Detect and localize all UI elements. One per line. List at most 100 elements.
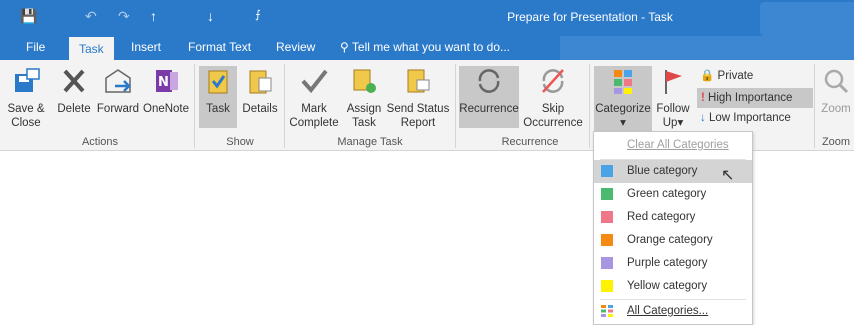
low-importance-button[interactable]: ↓ Low Importance xyxy=(700,112,791,124)
tab-task[interactable]: Task xyxy=(69,36,114,61)
skip-label-1: Skip xyxy=(541,103,565,115)
high-importance-button[interactable]: ! High Importance xyxy=(697,88,813,108)
details-clipboard-icon xyxy=(249,70,272,94)
forward-label: Forward xyxy=(96,103,140,115)
exclamation-icon: ! xyxy=(701,92,705,104)
show-task-label: Task xyxy=(206,103,230,115)
assign-task-button[interactable]: Assign Task xyxy=(342,66,386,130)
purple-swatch xyxy=(601,257,613,269)
assign-task-icon xyxy=(353,69,376,93)
group-actions-label: Actions xyxy=(81,136,119,148)
tell-me-label: Tell me what you want to do... xyxy=(351,40,511,54)
group-manage-task-label: Manage Task xyxy=(337,136,403,148)
show-task-button[interactable]: Task xyxy=(199,66,237,128)
red-category-item[interactable]: Red category xyxy=(594,206,752,229)
tell-me-box[interactable]: ⚲ Tell me what you want to do... xyxy=(340,40,510,54)
recurrence-icon xyxy=(478,69,500,93)
categorize-menu: Clear All Categories Blue category ↖ Gre… xyxy=(593,131,753,325)
send-status-label-1: Send Status xyxy=(386,103,450,115)
forward-button[interactable]: Forward xyxy=(95,66,141,116)
save-close-button[interactable]: Save & Close xyxy=(6,66,46,130)
mark-complete-label-1: Mark xyxy=(301,103,327,115)
private-label: Private xyxy=(717,70,754,82)
customize-qat-icon[interactable]: ⨍ xyxy=(255,8,261,21)
magnifier-icon xyxy=(824,69,849,94)
zoom-label: Zoom xyxy=(821,103,851,115)
follow-up-label-2: Up xyxy=(662,117,678,129)
down-arrow-icon: ↓ xyxy=(700,112,706,124)
status-report-icon xyxy=(407,69,430,93)
save-icon[interactable]: 💾 xyxy=(20,8,37,25)
send-status-report-button[interactable]: Send Status Report xyxy=(386,66,450,130)
onenote-label: OneNote xyxy=(143,103,190,115)
onenote-icon: N xyxy=(156,70,178,92)
categorize-label: Categorize xyxy=(595,103,651,115)
follow-up-label-1: Follow xyxy=(656,103,690,115)
blue-swatch xyxy=(601,165,613,177)
mark-complete-button[interactable]: Mark Complete xyxy=(289,66,339,130)
low-importance-label: Low Importance xyxy=(708,112,791,124)
purple-category-item[interactable]: Purple category xyxy=(594,252,752,275)
separator xyxy=(455,64,456,148)
mark-complete-label-2: Complete xyxy=(289,117,339,129)
send-status-label-2: Report xyxy=(400,117,436,129)
details-button[interactable]: Details xyxy=(240,66,280,116)
all-categories-item[interactable]: All Categories... xyxy=(594,300,752,323)
orange-category-item[interactable]: Orange category xyxy=(594,229,752,252)
skip-occurrence-icon xyxy=(542,69,564,93)
group-zoom-label: Zoom xyxy=(821,136,851,148)
down-arrow-icon[interactable]: ↓ xyxy=(207,8,214,24)
separator xyxy=(194,64,195,148)
tabs-blurred-area xyxy=(560,36,854,60)
details-label: Details xyxy=(242,103,278,115)
lightbulb-icon: ⚲ xyxy=(340,40,349,54)
flag-icon xyxy=(665,70,682,94)
separator xyxy=(814,64,815,148)
categorize-icon xyxy=(614,70,632,94)
lock-icon: 🔒 xyxy=(700,70,715,82)
ribbon-tabs: File Task Insert Format Text Review ⚲ Te… xyxy=(0,36,854,61)
private-button[interactable]: 🔒 Private xyxy=(700,68,753,82)
all-categories-icon xyxy=(601,305,613,317)
recurrence-label: Recurrence xyxy=(459,103,519,115)
green-swatch xyxy=(601,188,613,200)
tab-format-text[interactable]: Format Text xyxy=(188,40,251,54)
categorize-button[interactable]: Categorize ▾ xyxy=(594,66,652,132)
high-importance-label: High Importance xyxy=(708,92,793,104)
separator xyxy=(284,64,285,148)
window-title: Prepare for Presentation - Task xyxy=(507,10,673,24)
dropdown-arrow-icon: ▾ xyxy=(620,117,626,129)
undo-icon[interactable]: ↶ xyxy=(85,8,97,25)
account-area xyxy=(760,2,854,36)
tab-insert[interactable]: Insert xyxy=(131,40,161,54)
save-close-label-2: Close xyxy=(11,117,41,129)
assign-task-label-1: Assign xyxy=(346,103,382,115)
yellow-category-item[interactable]: Yellow category xyxy=(594,275,752,298)
green-category-item[interactable]: Green category xyxy=(594,183,752,206)
forward-envelope-icon xyxy=(105,69,131,93)
dropdown-arrow-icon: ▾ xyxy=(677,117,684,129)
delete-button[interactable]: Delete xyxy=(54,66,94,116)
orange-swatch xyxy=(601,234,613,246)
checkmark-icon xyxy=(301,69,328,94)
onenote-button[interactable]: N OneNote xyxy=(143,66,189,116)
clear-all-categories-item[interactable]: Clear All Categories xyxy=(594,134,752,157)
redo-icon[interactable]: ↷ xyxy=(118,8,130,25)
red-swatch xyxy=(601,211,613,223)
tab-review[interactable]: Review xyxy=(276,40,315,54)
skip-occurrence-button[interactable]: Skip Occurrence xyxy=(520,66,586,130)
separator xyxy=(589,64,590,148)
up-arrow-icon[interactable]: ↑ xyxy=(150,8,157,24)
assign-task-label-2: Task xyxy=(352,117,376,129)
group-show-label: Show xyxy=(226,136,254,148)
tab-file[interactable]: File xyxy=(26,40,45,54)
group-recurrence-label: Recurrence xyxy=(501,136,559,148)
recurrence-button[interactable]: Recurrence xyxy=(459,66,519,128)
zoom-button[interactable]: Zoom xyxy=(818,66,854,116)
save-close-label-1: Save & xyxy=(7,103,45,115)
follow-up-button[interactable]: Follow Up▾ xyxy=(654,66,692,130)
title-bar: 💾 ↶ ↷ ↑ ↓ ⨍ Prepare for Presentation - T… xyxy=(0,0,854,36)
svg-text:N: N xyxy=(158,75,169,90)
blue-category-item[interactable]: Blue category ↖ xyxy=(594,160,752,184)
save-close-icon xyxy=(15,68,40,92)
